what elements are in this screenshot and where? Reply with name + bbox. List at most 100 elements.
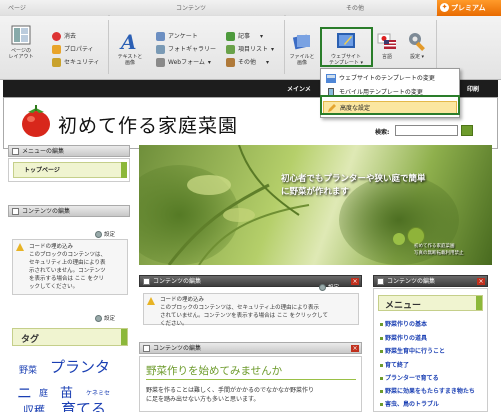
item-list-button[interactable]: 項目リスト ▾ [226,44,274,55]
article-body-1: 野菜を作ることは難しく、手間がかかるのでなかなか野菜作り [146,387,315,394]
gear-icon [95,315,102,322]
embed-body-center-3: ください。 [160,321,188,327]
wrench-icon [409,33,425,51]
right-menu-link[interactable]: 野菜作りの道具 [380,333,427,342]
hero-text: 初心者でもプランターや狭い庭で簡単 に野菜が作れます [281,173,426,199]
tag-link[interactable]: プランタ [50,356,110,377]
hero-line-2: に野菜が作れます [281,187,350,197]
edit-icon [377,278,384,285]
tag-link[interactable]: ケネミセ [86,388,110,397]
right-menu-link[interactable]: 害虫、鳥のトラブル [380,399,439,408]
content-edit-label-right: コンテンツの編集 [387,278,436,285]
page-layout-button[interactable]: ページの レイアウト [4,24,38,60]
settings-label-left-2: 設定 [104,316,116,322]
right-menu-link[interactable]: プランターで育てる [380,373,439,382]
main-menu-link[interactable]: メインメ [287,84,311,93]
tag-title: タグ [21,335,40,345]
premium-button[interactable]: ✦ プレミアム [437,0,501,16]
photo-gallery-button[interactable]: フォトギャラリー [156,44,216,55]
text-images-button[interactable]: A テキストと 画像 [112,30,148,66]
svg-text:A: A [119,30,137,52]
article-body: 野菜を作ることは難しく、手間がかかるのでなかなか野菜作り に足を踏み出せない方も… [146,386,314,404]
other-label: その他 [238,59,257,66]
security-button[interactable]: セキュリティ [52,57,100,68]
menu-item-change-template[interactable]: ウェブサイトのテンプレートの変更 [323,72,457,85]
settings-link-left-2[interactable]: 設定 [95,314,115,322]
files-images-button[interactable]: ファイルと 画像 [286,30,318,66]
delete-button[interactable]: 消去 [52,31,76,42]
delete-icon [52,32,61,41]
other-button[interactable]: その他 ▾ [226,57,269,68]
edit-icon [143,345,150,352]
article-label: 記事 [238,33,251,40]
tag-link[interactable]: 野菜 [19,363,37,376]
right-menu-link[interactable]: 野菜に効果をもたらすまき物たち [380,386,475,395]
language-label: 言語 [381,54,392,60]
hero-caption-1: 初めて作る家庭菜園 [414,244,455,249]
content-edit-label-center-2: コンテンツの編集 [153,345,202,352]
content-edit-header-right[interactable]: コンテンツの編集 × [373,275,488,287]
tag-link[interactable]: 収穫 [23,402,45,412]
content-edit-header-center-2[interactable]: コンテンツの編集 × [139,342,362,354]
web-form-button[interactable]: Webフォーム ▾ [156,57,211,68]
tag-link[interactable]: 庭 [39,386,48,399]
tag-link[interactable]: 育てる [61,398,106,412]
close-icon[interactable]: × [351,345,359,352]
right-menu-header: メニュー [378,295,483,311]
highlight-advanced-settings [320,95,460,115]
delete-label: 消去 [64,33,77,40]
hero-line-1: 初心者でもプランターや狭い庭で簡単 [281,174,426,184]
search-button[interactable] [461,125,473,136]
settings-button[interactable]: 設定 ▾ [404,30,430,60]
search-label: 検索: [375,129,390,136]
embed-body-center-2: されていません。コンテンツを表示する場合は ここ をクリックして [160,313,329,319]
settings-link-left[interactable]: 設定 [95,230,115,238]
menu-edit-header[interactable]: メニューの編集 [8,145,130,157]
article-button[interactable]: 記事 ▾ [226,31,263,42]
close-icon[interactable]: × [351,278,359,285]
property-label: プロパティ [64,46,94,53]
settings-link-center[interactable]: 設定 [319,283,339,291]
settings-label: 設定 [409,54,420,60]
right-menu-link[interactable]: 育て終了 [380,360,409,369]
right-menu-link[interactable]: 野菜作りの基本 [380,319,427,328]
site-preview: メインメ 印刷 初めて作る家庭菜園 検索: メニューの編集 トップページ コンテ… [3,80,498,412]
content-edit-header-left[interactable]: コンテンツの編集 [8,205,130,217]
embed-body-left-5: ックしてください。 [29,284,79,290]
embed-body-left-2: セキュリティ上の理由により表 [29,260,106,266]
page-layout-label-2: レイアウト [8,54,34,60]
chevron-down-icon: ▾ [266,59,270,66]
security-label: セキュリティ [64,59,100,66]
layout-icon [11,25,31,45]
survey-icon [156,32,165,41]
top-page-label: トップページ [24,167,60,174]
language-button[interactable]: 言語 [374,30,400,60]
settings-label-center: 設定 [328,285,340,291]
edit-icon [12,208,19,215]
survey-button[interactable]: アンケート [156,31,198,42]
right-menu-link[interactable]: 野菜生育中に行うこと [380,346,445,355]
close-icon[interactable]: × [477,278,485,285]
site-title[interactable]: 初めて作る家庭菜園 [58,111,238,138]
menu-edit-label: メニューの編集 [22,148,65,155]
menu-item-top-page[interactable]: トップページ [13,162,127,178]
lock-icon [52,58,61,67]
highlight-template-button [320,27,373,67]
content-edit-label-center: コンテンツの編集 [153,278,202,285]
hero-caption: 初めて作る家庭菜園 写真の無断転載利用禁止 [414,243,464,257]
group-title-page: ページ [8,5,26,12]
search-input[interactable] [395,125,458,136]
right-menu-title: メニュー [385,301,422,311]
premium-icon: ✦ [440,3,449,12]
web-form-label: Webフォーム [168,59,205,66]
chevron-down-icon: ▾ [271,46,275,53]
property-button[interactable]: プロパティ [52,44,94,55]
print-link[interactable]: 印刷 [467,84,479,93]
files-icon [292,34,310,50]
warning-icon [16,243,24,251]
embed-body-left-4: を表示する場合は ここ をクリ [29,276,104,282]
edit-icon [143,278,150,285]
tag-link[interactable]: ニ [17,382,32,403]
hero-caption-2: 写真の無断転載利用禁止 [414,251,464,256]
premium-label: プレミアム [451,4,486,12]
